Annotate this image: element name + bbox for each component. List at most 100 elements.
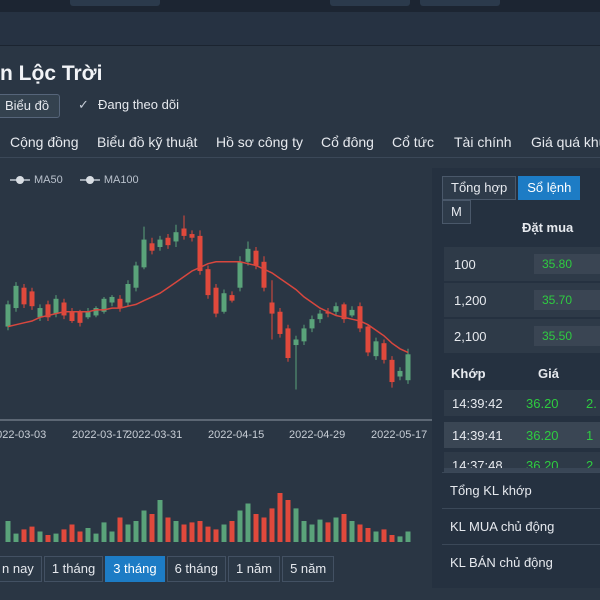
candle-body <box>141 239 147 268</box>
legend-ma100[interactable]: MA100 <box>79 174 139 186</box>
order-book-row[interactable]: 100 35.80 <box>444 247 600 281</box>
nav-price-history[interactable]: Giá quá khứ <box>531 134 600 150</box>
nav-shareholders[interactable]: Cổ đông <box>321 134 374 150</box>
candle-body <box>133 265 139 288</box>
trade-volume: 1 <box>586 428 594 443</box>
period-today[interactable]: n nay <box>0 556 42 582</box>
summary-label: Tổng KL khớp <box>450 483 532 498</box>
candle-body <box>181 228 187 236</box>
candle-body <box>205 269 211 296</box>
top-tab-stub[interactable] <box>330 0 410 6</box>
price-chart[interactable]: 2022-03-03 2022-03-17 2022-03-31 2022-04… <box>0 190 432 550</box>
summary-label: KL MUA chủ động <box>450 519 555 534</box>
tab-summary[interactable]: Tổng hợp <box>442 176 517 200</box>
candle-body <box>397 370 403 377</box>
volume-bar <box>205 526 211 542</box>
tab-order-book[interactable]: Sổ lệnh <box>518 176 581 200</box>
volume-bar <box>269 508 275 542</box>
candle <box>261 256 267 292</box>
legend-ma50[interactable]: MA50 <box>10 174 63 186</box>
chart-button[interactable]: Biểu đồ <box>0 94 60 118</box>
candle-body <box>69 311 75 321</box>
candle-body <box>189 234 195 238</box>
top-bar <box>0 0 600 12</box>
volume-bar <box>157 500 163 542</box>
candle <box>181 215 187 240</box>
candle-body <box>365 326 371 353</box>
candle-body <box>293 339 299 346</box>
trades-header-time: Khớp <box>451 366 486 381</box>
candle-body <box>357 306 363 329</box>
candle-body <box>165 237 171 246</box>
candle <box>365 324 371 357</box>
trade-time: 14:37:48 <box>452 458 503 468</box>
x-tick-label: 2022-03-31 <box>126 429 182 441</box>
candle <box>317 309 323 323</box>
candle <box>149 237 155 255</box>
order-price: 35.50 <box>542 329 573 343</box>
volume-bar <box>245 503 251 542</box>
trade-price: 36.20 <box>526 428 559 443</box>
follow-label: Đang theo dõi <box>98 97 179 112</box>
nav-community[interactable]: Cộng đồng <box>10 134 79 150</box>
candle <box>269 280 275 340</box>
volume-bar <box>85 528 91 542</box>
period-1-month[interactable]: 1 tháng <box>43 556 104 582</box>
x-tick-label: 2022-03-03 <box>0 429 46 441</box>
period-selector: n nay 1 tháng 3 tháng 6 tháng 1 năm 5 nă… <box>0 556 336 582</box>
period-3-months[interactable]: 3 tháng <box>105 556 165 582</box>
trade-volume: 2. <box>586 396 597 411</box>
candle-body <box>269 302 275 314</box>
candle-body <box>117 298 123 309</box>
trade-row[interactable]: 14:39:41 36.20 1 <box>444 422 600 448</box>
order-book-row[interactable]: 1,200 35.70 <box>444 283 600 317</box>
candle-body <box>389 359 395 383</box>
candle-body <box>21 287 27 305</box>
top-search-stub[interactable] <box>420 0 500 6</box>
volume-bar <box>229 521 235 542</box>
volume-bar <box>165 517 171 542</box>
legend-label: MA100 <box>103 174 139 186</box>
volume-bar <box>237 510 243 542</box>
volume-bar <box>69 524 75 542</box>
nav-dividends[interactable]: Cổ tức <box>392 134 434 150</box>
volume-bar <box>125 524 131 542</box>
x-ticks-group: 2022-03-03 2022-03-17 2022-03-31 2022-04… <box>0 429 427 441</box>
candle <box>333 302 339 316</box>
candle <box>277 308 283 338</box>
candle-body <box>373 341 379 357</box>
volume-bar <box>117 517 123 542</box>
volume-group <box>5 493 411 542</box>
period-5-years[interactable]: 5 năm <box>282 556 335 582</box>
order-price: 35.80 <box>542 257 573 271</box>
x-tick-label: 2022-03-17 <box>72 429 128 441</box>
volume-bar <box>149 514 155 542</box>
order-book-row[interactable]: 2,100 35.50 <box>444 319 600 353</box>
nav-technical-chart[interactable]: Biểu đồ kỹ thuật <box>97 134 197 150</box>
candle <box>301 324 307 346</box>
candle-body <box>149 243 155 251</box>
volume-bar <box>53 533 59 542</box>
volume-bar <box>261 517 267 542</box>
trade-row[interactable]: 14:37:48 36.20 2. <box>444 452 600 468</box>
candle <box>29 287 35 310</box>
volume-bar <box>13 533 19 542</box>
volume-bar <box>389 535 395 542</box>
x-tick-label: 2022-05-17 <box>371 429 427 441</box>
tab-more[interactable]: M <box>442 200 471 224</box>
candle-body <box>309 319 315 329</box>
trade-row[interactable]: 14:39:42 36.20 2. <box>444 390 600 416</box>
volume-bar <box>181 524 187 542</box>
candle-body <box>213 287 219 314</box>
top-tab-stub[interactable] <box>70 0 160 6</box>
candle-body <box>253 250 259 266</box>
candle-body <box>5 304 11 327</box>
header-bar <box>0 12 600 46</box>
period-1-year[interactable]: 1 năm <box>227 556 281 582</box>
nav-company-profile[interactable]: Hồ sơ công ty <box>216 134 303 150</box>
period-6-months[interactable]: 6 tháng <box>166 556 226 582</box>
nav-financials[interactable]: Tài chính <box>454 134 512 150</box>
follow-toggle[interactable]: ✓ Đang theo dõi <box>78 97 179 113</box>
volume-bar <box>77 531 83 542</box>
volume-bar <box>365 528 371 542</box>
